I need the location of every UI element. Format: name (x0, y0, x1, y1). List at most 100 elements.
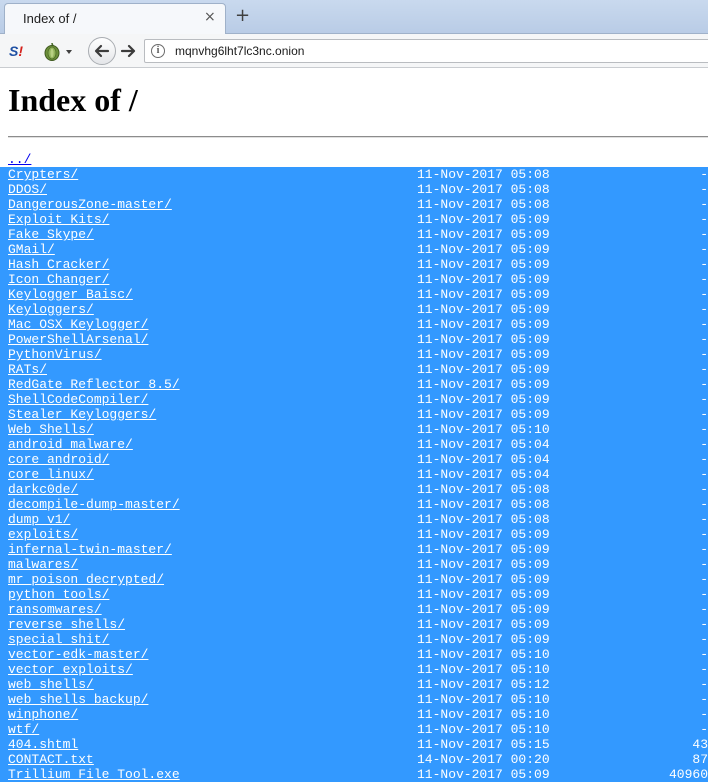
address-bar[interactable]: i (144, 39, 708, 63)
entry-link[interactable]: DDOS/ (8, 182, 47, 197)
entry-link[interactable]: darkc0de/ (8, 482, 78, 497)
parent-directory-link[interactable]: ../ (8, 152, 31, 167)
entry-link[interactable]: web_shells/ (8, 677, 94, 692)
entry-link[interactable]: RATs/ (8, 362, 47, 377)
list-item: core_linux/11-Nov-2017 05:04 - (0, 467, 708, 482)
entry-link[interactable]: Keylogger Baisc/ (8, 287, 133, 302)
list-item: wtf/11-Nov-2017 05:10 - (0, 722, 708, 737)
entry-date: 11-Nov-2017 05:10 (417, 422, 550, 437)
entry-link[interactable]: core_linux/ (8, 467, 94, 482)
close-icon[interactable]: × (204, 9, 216, 25)
entry-link[interactable]: reverse_shells/ (8, 617, 125, 632)
entry-link[interactable]: web_shells_backup/ (8, 692, 148, 707)
forward-button[interactable] (118, 41, 140, 61)
site-info-icon[interactable]: i (151, 44, 165, 58)
list-item: Keylogger Baisc/11-Nov-2017 05:09 - (0, 287, 708, 302)
entry-date: 14-Nov-2017 00:20 (417, 752, 550, 767)
list-item: vector-edk-master/11-Nov-2017 05:10 - (0, 647, 708, 662)
entry-date: 11-Nov-2017 05:09 (417, 542, 550, 557)
tab-title: Index of / (23, 11, 77, 26)
list-item: Icon Changer/11-Nov-2017 05:09 - (0, 272, 708, 287)
entry-size: - (700, 362, 708, 377)
entry-link[interactable]: Hash Cracker/ (8, 257, 109, 272)
entry-date: 11-Nov-2017 05:09 (417, 317, 550, 332)
entry-link[interactable]: Trillium File Tool.exe (8, 767, 180, 782)
entry-date: 11-Nov-2017 05:09 (417, 602, 550, 617)
entry-size: - (700, 422, 708, 437)
entry-link[interactable]: special_shit/ (8, 632, 109, 647)
list-item: PythonVirus/11-Nov-2017 05:09 - (0, 347, 708, 362)
entry-link[interactable]: Fake_Skype/ (8, 227, 94, 242)
entry-date: 11-Nov-2017 05:09 (417, 527, 550, 542)
entry-link[interactable]: PowerShellArsenal/ (8, 332, 148, 347)
list-item: malwares/11-Nov-2017 05:09 - (0, 557, 708, 572)
entry-date: 11-Nov-2017 05:09 (417, 632, 550, 647)
entry-date: 11-Nov-2017 05:09 (417, 587, 550, 602)
entry-size: - (700, 572, 708, 587)
entry-size: - (700, 602, 708, 617)
entry-link[interactable]: infernal-twin-master/ (8, 542, 172, 557)
entry-link[interactable]: Icon Changer/ (8, 272, 109, 287)
entry-link[interactable]: PythonVirus/ (8, 347, 102, 362)
entry-link[interactable]: Keyloggers/ (8, 302, 94, 317)
list-item: core_android/11-Nov-2017 05:04 - (0, 452, 708, 467)
entry-link[interactable]: Web Shells/ (8, 422, 94, 437)
list-item: vector_exploits/11-Nov-2017 05:10 - (0, 662, 708, 677)
list-item: decompile-dump-master/11-Nov-2017 05:08 - (0, 497, 708, 512)
entry-link[interactable]: malwares/ (8, 557, 78, 572)
entry-link[interactable]: Mac_OSX_Keylogger/ (8, 317, 148, 332)
entry-size: - (700, 677, 708, 692)
entry-date: 11-Nov-2017 05:09 (417, 257, 550, 272)
entry-link[interactable]: Crypters/ (8, 167, 78, 182)
entry-date: 11-Nov-2017 05:09 (417, 332, 550, 347)
entry-link[interactable]: ransomwares/ (8, 602, 102, 617)
back-arrow-icon (94, 44, 110, 58)
entry-link[interactable]: android_malware/ (8, 437, 133, 452)
entry-link[interactable]: CONTACT.txt (8, 752, 94, 767)
entry-date: 11-Nov-2017 05:10 (417, 647, 550, 662)
list-item: android_malware/11-Nov-2017 05:04 - (0, 437, 708, 452)
list-item: Fake_Skype/11-Nov-2017 05:09 - (0, 227, 708, 242)
entry-date: 11-Nov-2017 05:12 (417, 677, 550, 692)
entry-link[interactable]: python_tools/ (8, 587, 109, 602)
entry-link[interactable]: decompile-dump-master/ (8, 497, 180, 512)
entry-link[interactable]: Exploit Kits/ (8, 212, 109, 227)
entry-link[interactable]: DangerousZone-master/ (8, 197, 172, 212)
entry-size: - (700, 242, 708, 257)
entry-date: 11-Nov-2017 05:09 (417, 242, 550, 257)
entry-date: 11-Nov-2017 05:10 (417, 722, 550, 737)
entry-size: - (700, 377, 708, 392)
back-button[interactable] (88, 37, 116, 65)
url-input[interactable] (175, 44, 575, 58)
entry-link[interactable]: GMail/ (8, 242, 55, 257)
entry-date: 11-Nov-2017 05:09 (417, 557, 550, 572)
entry-size: - (700, 257, 708, 272)
entry-size: - (700, 437, 708, 452)
entry-link[interactable]: wtf/ (8, 722, 39, 737)
entry-link[interactable]: vector_exploits/ (8, 662, 133, 677)
entry-link[interactable]: ShellCodeCompiler/ (8, 392, 148, 407)
entry-link[interactable]: core_android/ (8, 452, 109, 467)
list-item: mr_poison_decrypted/11-Nov-2017 05:09 - (0, 572, 708, 587)
entry-size: - (700, 662, 708, 677)
entry-link[interactable]: exploits/ (8, 527, 78, 542)
noscript-letter: S (9, 43, 19, 59)
directory-listing: ../ Crypters/11-Nov-2017 05:08- DDOS/11-N… (0, 152, 708, 782)
entry-link[interactable]: dump_v1/ (8, 512, 70, 527)
entry-date: 11-Nov-2017 05:09 (417, 212, 550, 227)
entry-link[interactable]: vector-edk-master/ (8, 647, 148, 662)
entry-link[interactable]: RedGate Reflector 8.5/ (8, 377, 180, 392)
entry-link[interactable]: Stealer_Keyloggers/ (8, 407, 156, 422)
noscript-icon[interactable]: S! (9, 42, 29, 60)
entry-size: - (700, 692, 708, 707)
entry-date: 11-Nov-2017 05:09 (417, 392, 550, 407)
entry-size: - (700, 722, 708, 737)
entry-date: 11-Nov-2017 05:09 (417, 767, 550, 782)
entry-link[interactable]: 404.shtml (8, 737, 78, 752)
tab-index[interactable]: Index of / × (4, 3, 226, 34)
entry-link[interactable]: winphone/ (8, 707, 78, 722)
new-tab-icon[interactable]: + (235, 5, 250, 26)
entry-link[interactable]: mr_poison_decrypted/ (8, 572, 164, 587)
list-item: Exploit Kits/11-Nov-2017 05:09 - (0, 212, 708, 227)
tor-onion-button[interactable] (42, 40, 76, 62)
